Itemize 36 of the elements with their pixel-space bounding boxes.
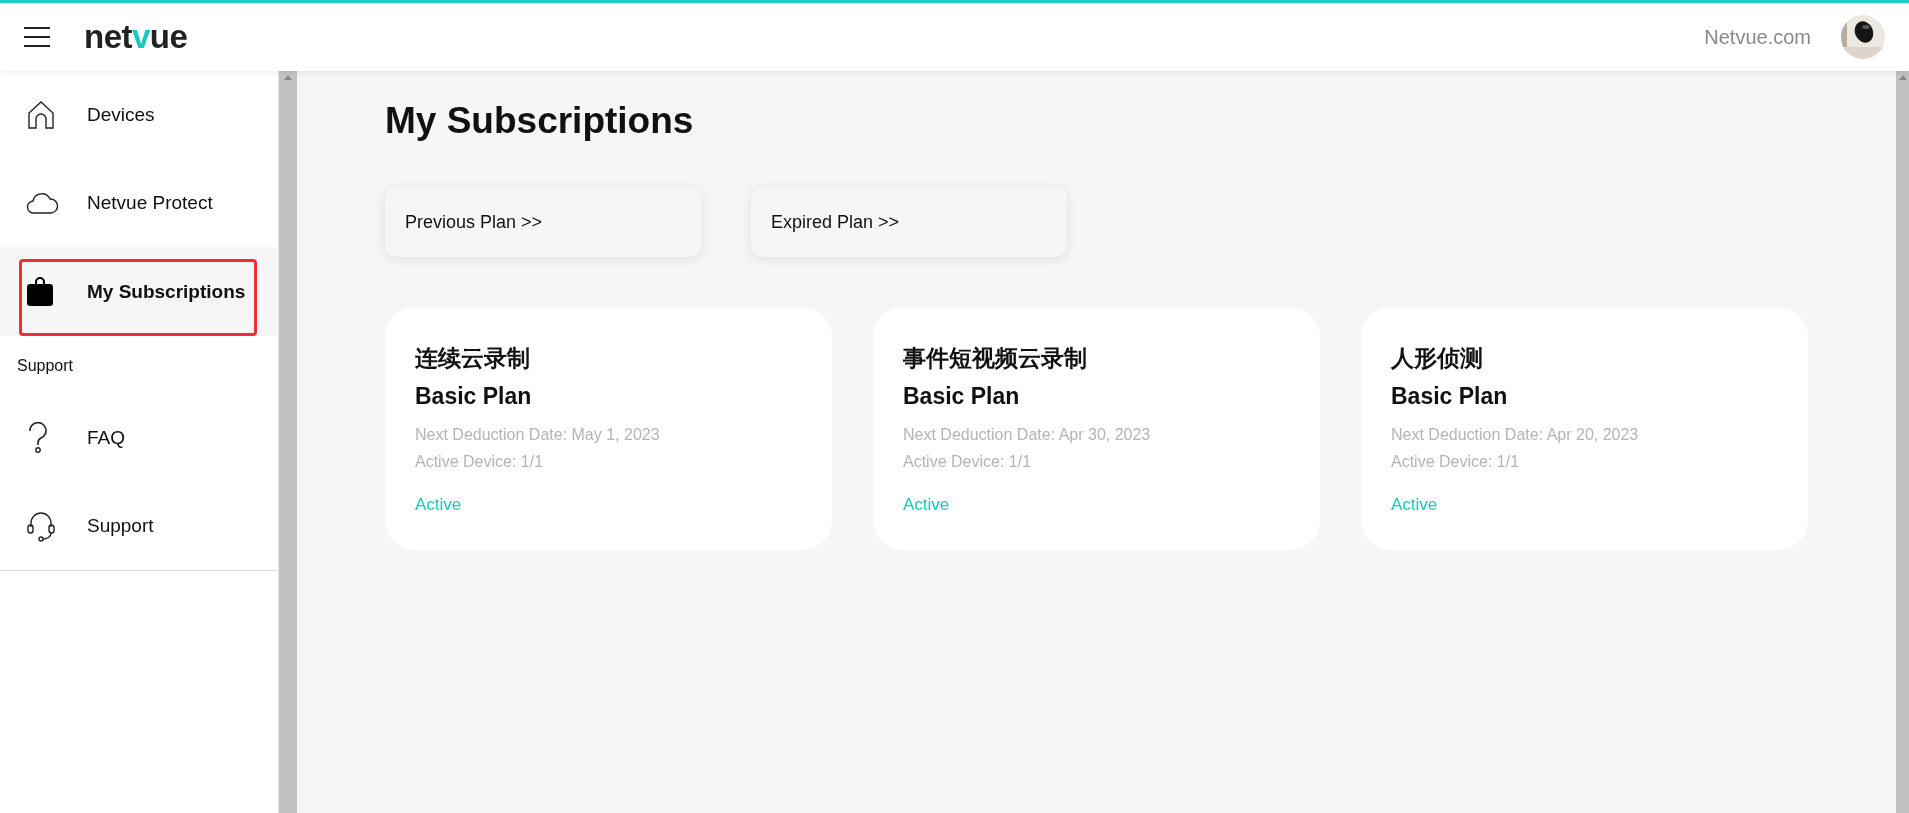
status-label: Active [1391, 495, 1439, 515]
sidebar-item[interactable]: FAQ [0, 394, 278, 482]
plan-name: Basic Plan [903, 382, 1021, 411]
deduction-date: Next Deduction Date: May 1, 2023 [415, 425, 661, 445]
deduction-date: Next Deduction Date: Apr 20, 2023 [1391, 425, 1640, 445]
service-name: 事件短视频云录制 [903, 344, 1088, 373]
scrollbar[interactable] [1896, 71, 1909, 813]
headset-icon [26, 510, 56, 542]
logo[interactable]: netvue [84, 18, 188, 56]
device-count: Active Device: 1/1 [1391, 452, 1521, 472]
plan-link-button[interactable]: Expired Plan >> [751, 187, 1067, 257]
scrollbar[interactable] [278, 71, 297, 813]
device-count: Active Device: 1/1 [903, 452, 1033, 472]
section-title: Support [16, 356, 75, 376]
sidebar-item[interactable]: Netvue Protect [0, 159, 278, 247]
plan-name: Basic Plan [415, 382, 533, 411]
deduction-date: Next Deduction Date: Apr 30, 2023 [903, 425, 1152, 445]
home-icon [26, 100, 56, 130]
subscription-card[interactable]: 连续云录制 Basic Plan Next Deduction Date: May 1, 2023 Active Device: 1/1 Active [385, 307, 832, 550]
sidebar-item[interactable]: Support [0, 482, 278, 570]
plan-link-button[interactable]: Previous Plan >> [385, 187, 701, 257]
status-label: Active [903, 495, 951, 515]
subscription-card[interactable]: 人形侦测 Basic Plan Next Deduction Date: Apr 20, 2023 Active Device: 1/1 Active [1361, 307, 1808, 550]
subscription-card[interactable]: 事件短视频云录制 Basic Plan Next Deduction Date: Apr 30, 2023 Active Device: 1/1 Active [873, 307, 1320, 550]
device-count: Active Device: 1/1 [415, 452, 545, 472]
plan-name: Basic Plan [1391, 382, 1509, 411]
page-title: My Subscriptions [385, 99, 695, 143]
sidebar-item[interactable]: My Subscriptions [0, 247, 278, 336]
menu-icon[interactable] [24, 27, 50, 47]
cloud-icon [26, 191, 58, 215]
service-name: 人形侦测 [1391, 344, 1484, 373]
question-icon [26, 422, 50, 454]
bag-icon [26, 276, 54, 307]
status-label: Active [415, 495, 463, 515]
service-name: 连续云录制 [415, 344, 531, 373]
sidebar-item[interactable]: Devices [0, 71, 278, 159]
